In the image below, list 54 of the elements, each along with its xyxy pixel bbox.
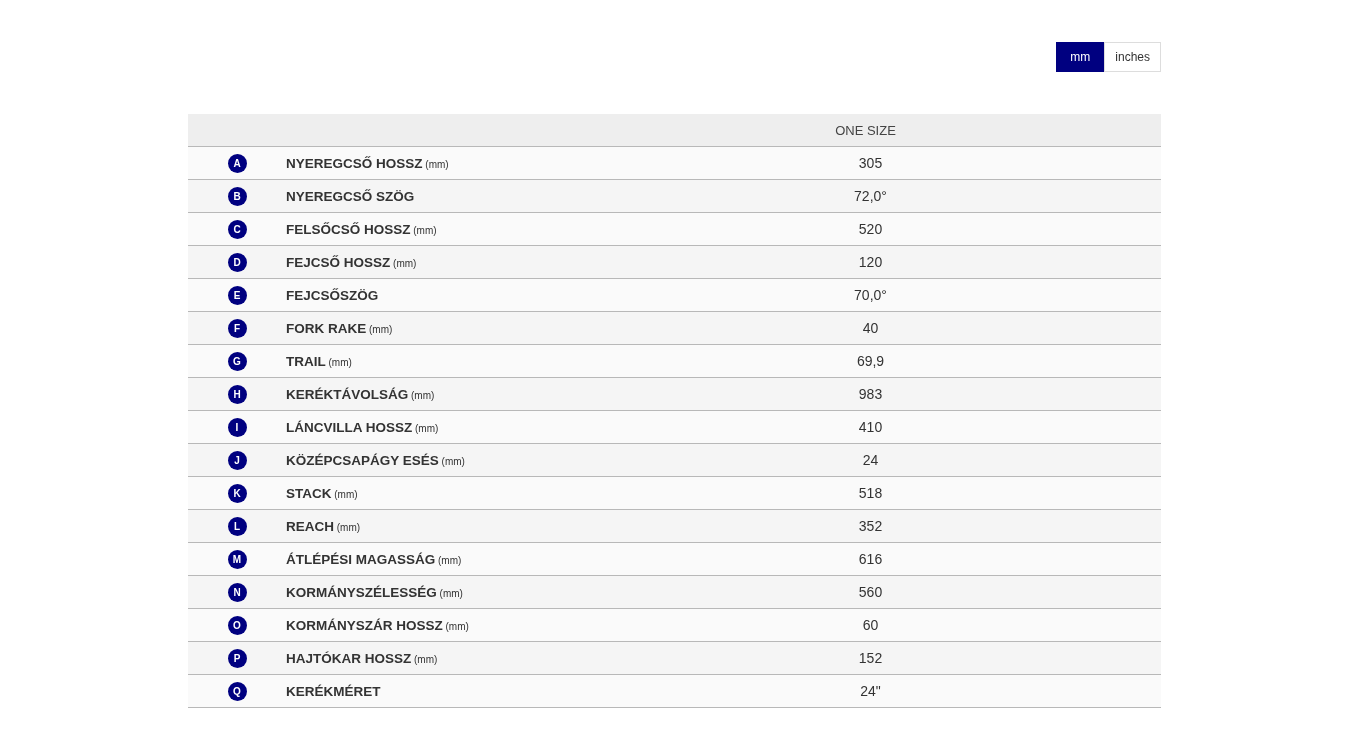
letter-badge: J (227, 450, 247, 470)
measurement-label: KERÉKMÉRET (286, 683, 381, 699)
measurement-label: LÁNCVILLA HOSSZ (mm) (286, 419, 439, 435)
letter-badge: O (227, 615, 247, 635)
measurement-value: 616 (858, 551, 883, 567)
measurement-label: KORMÁNYSZÁR HOSSZ (mm) (286, 617, 469, 633)
measurement-value: 560 (858, 584, 883, 600)
letter-badge: I (227, 417, 247, 437)
letter-badge: E (227, 285, 247, 305)
measurement-label: FORK RAKE (mm) (286, 320, 393, 336)
letter-badge: C (227, 219, 247, 239)
measurement-value: 70,0° (854, 287, 887, 303)
measurement-label: ÁTLÉPÉSI MAGASSÁG (mm) (286, 551, 462, 567)
letter-badge: F (227, 318, 247, 338)
measurement-value: 69,9 (856, 353, 885, 369)
unit-toggle-button[interactable]: inches (1104, 42, 1161, 72)
measurement-value: 40 (862, 320, 879, 336)
measurement-label: KERÉKTÁVOLSÁG (mm) (286, 386, 435, 402)
letter-badge: N (227, 582, 247, 602)
measurement-value: 24 (862, 452, 879, 468)
letter-badge: A (227, 153, 247, 173)
measurement-value: 60 (862, 617, 879, 633)
measurement-label: NYEREGCSŐ HOSSZ (mm) (286, 155, 449, 171)
measurement-value: 305 (858, 155, 883, 171)
measurement-value: 352 (858, 518, 883, 534)
measurement-value: 120 (858, 254, 883, 270)
letter-badge: P (227, 648, 247, 668)
letter-badge: M (227, 549, 247, 569)
measurement-label: FEJCSŐSZÖG (286, 287, 379, 303)
measurement-value: 410 (858, 419, 883, 435)
measurement-label: NYEREGCSŐ SZÖG (286, 188, 415, 204)
measurement-label: REACH (mm) (286, 518, 361, 534)
unit-toggle-button[interactable]: mm (1056, 42, 1105, 72)
measurement-value: 24" (860, 683, 881, 699)
measurement-label: FELSŐCSŐ HOSSZ (mm) (286, 221, 437, 237)
measurement-value: 72,0° (854, 188, 887, 204)
letter-badge: B (227, 186, 247, 206)
measurement-value: 520 (858, 221, 883, 237)
letter-badge: Q (227, 681, 247, 701)
measurement-label: TRAIL (mm) (286, 353, 352, 369)
letter-badge: G (227, 351, 247, 371)
measurement-label: HAJTÓKAR HOSSZ (mm) (286, 650, 438, 666)
measurement-value: 983 (858, 386, 883, 402)
measurement-label: FEJCSŐ HOSSZ (mm) (286, 254, 417, 270)
letter-badge: L (227, 516, 247, 536)
measurement-label: STACK (mm) (286, 485, 358, 501)
measurement-label: KORMÁNYSZÉLESSÉG (mm) (286, 584, 463, 600)
measurement-value: 152 (858, 650, 883, 666)
measurement-label: KÖZÉPCSAPÁGY ESÉS (mm) (286, 452, 465, 468)
letter-badge: K (227, 483, 247, 503)
letter-badge: D (227, 252, 247, 272)
letter-badge: H (227, 384, 247, 404)
column-header: ONE SIZE (835, 122, 896, 138)
measurement-value: 518 (858, 485, 883, 501)
